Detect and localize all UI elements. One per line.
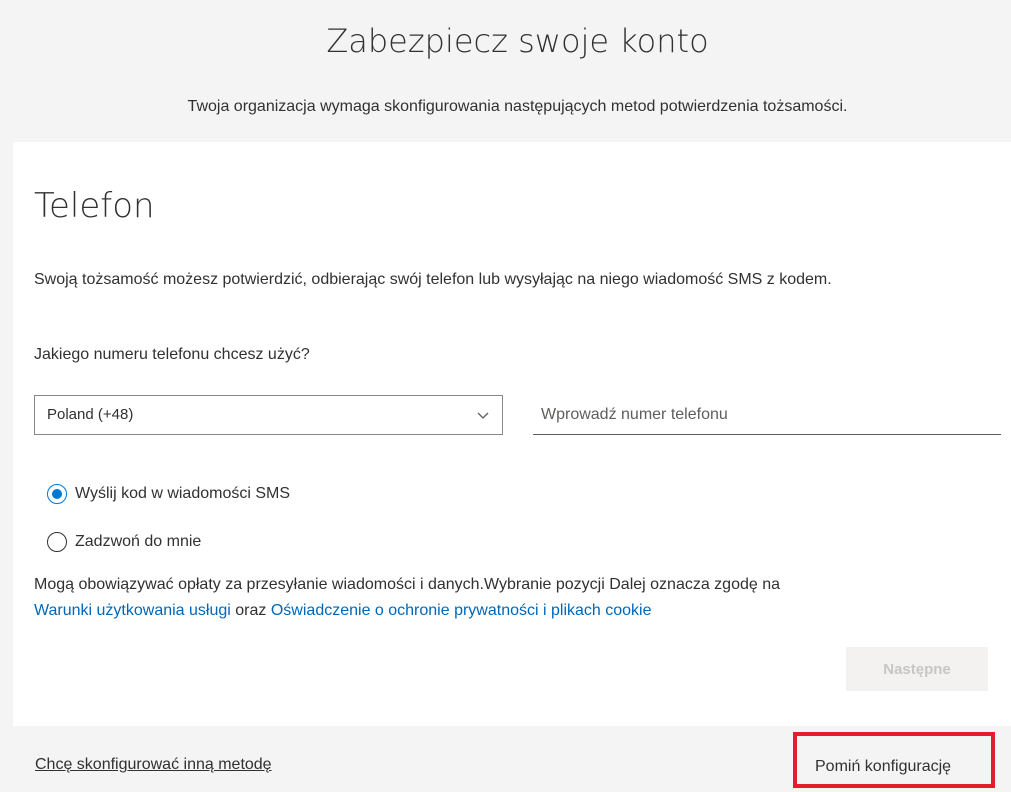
sms-radio-button[interactable]: [47, 484, 67, 504]
page-subtitle: Twoja organizacja wymaga skonfigurowania…: [187, 98, 848, 115]
phone-method-card: Telefon Swoją tożsamość możesz potwierdz…: [13, 142, 1011, 792]
phone-number-input[interactable]: [533, 395, 1001, 435]
page-title: Zabezpiecz swoje konto: [326, 22, 709, 60]
terms-of-use-link[interactable]: Warunki użytkowania usługi: [34, 602, 231, 619]
terms-notice: Mogą obowiązywać opłaty za przesyłanie w…: [34, 572, 984, 624]
country-code-value: Poland (+48): [47, 406, 134, 423]
footer: Chcę skonfigurować inną metodę Pomiń kon…: [0, 726, 1011, 792]
privacy-statement-link[interactable]: Oświadczenie o ochronie prywatności i pl…: [271, 602, 652, 619]
call-radio-label: Zadzwoń do mnie: [75, 533, 202, 550]
next-button[interactable]: Następne: [846, 647, 988, 691]
country-code-select[interactable]: Poland (+48): [34, 395, 503, 435]
skip-setup-link[interactable]: Pomiń konfigurację: [815, 758, 951, 776]
chevron-down-icon: [477, 412, 489, 419]
page: Zabezpiecz swoje konto Twoja organizacja…: [0, 0, 1011, 792]
call-radio-button[interactable]: [47, 532, 67, 552]
terms-text: Mogą obowiązywać opłaty za przesyłanie w…: [34, 576, 781, 593]
other-method-link[interactable]: Chcę skonfigurować inną metodę: [35, 756, 272, 774]
sms-radio-label: Wyślij kod w wiadomości SMS: [75, 485, 291, 502]
card-title: Telefon: [34, 186, 155, 226]
method-description: Swoją tożsamość możesz potwierdzić, odbi…: [34, 271, 832, 288]
phone-question-label: Jakiego numeru telefonu chcesz użyć?: [34, 346, 310, 363]
skip-highlight-box: Pomiń konfigurację: [793, 732, 995, 788]
radio-option-call[interactable]: Zadzwoń do mnie: [47, 529, 201, 555]
terms-connector: oraz: [235, 602, 267, 619]
radio-option-sms[interactable]: Wyślij kod w wiadomości SMS: [47, 481, 290, 507]
